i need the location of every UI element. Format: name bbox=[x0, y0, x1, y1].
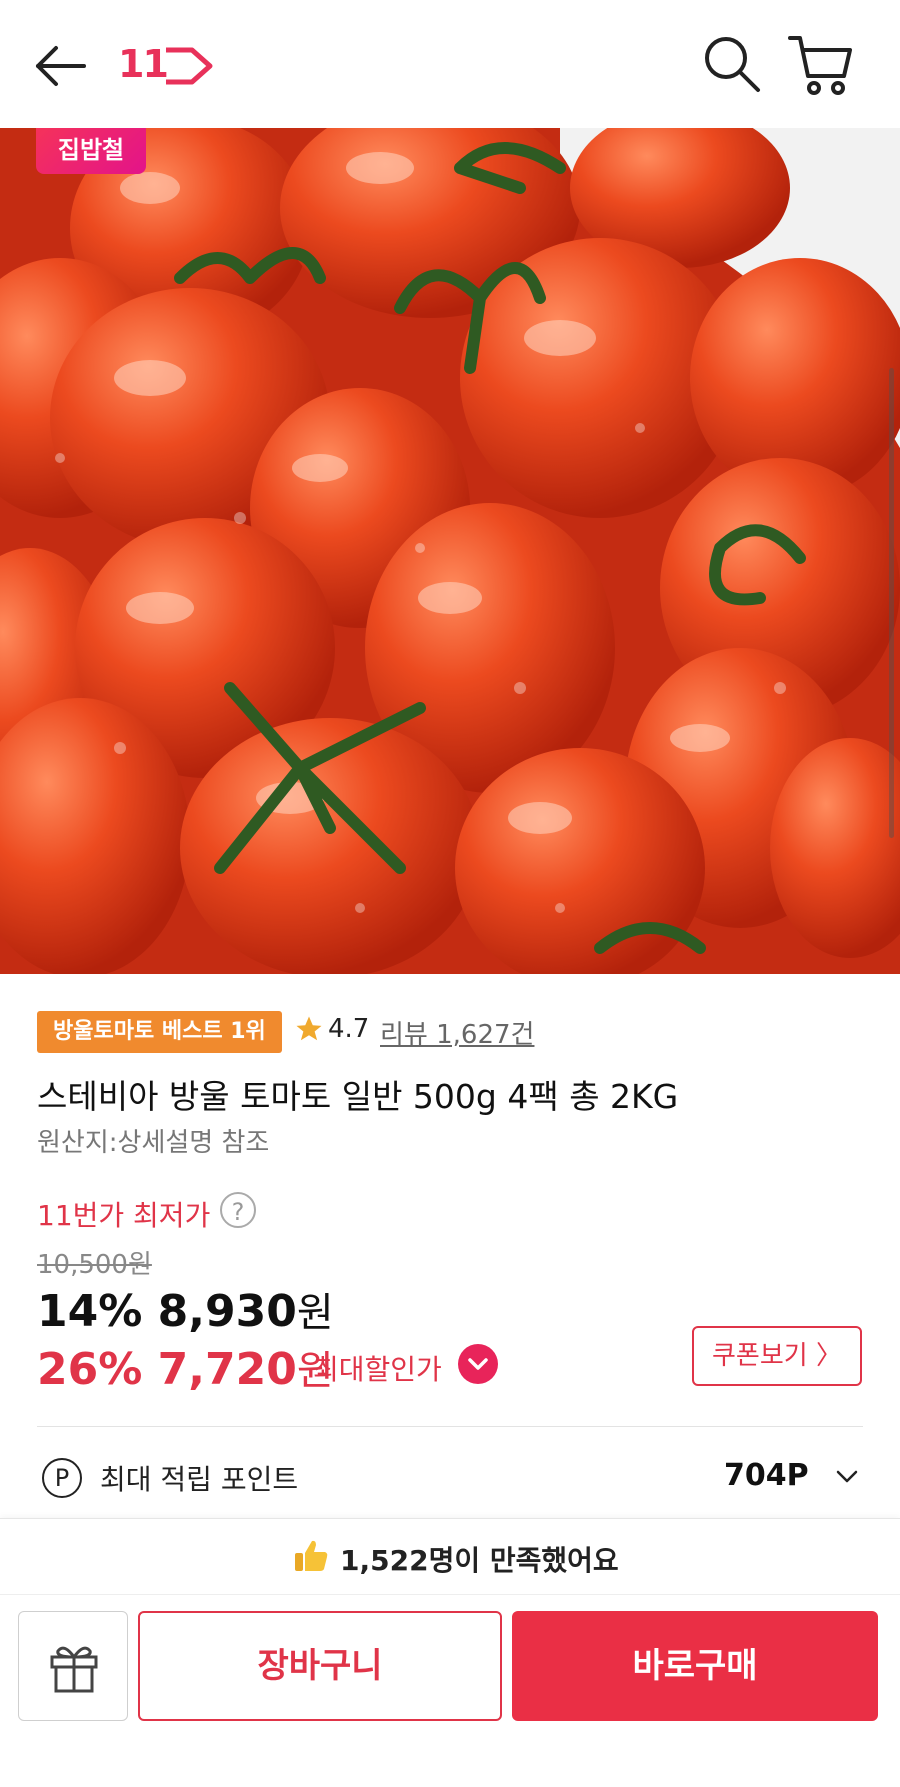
gift-button[interactable] bbox=[18, 1611, 128, 1721]
promo-badge: 집밥철 bbox=[36, 128, 146, 174]
point-icon: P bbox=[42, 1458, 82, 1498]
star-icon bbox=[296, 1016, 322, 1041]
origin-text: 원산지:상세설명 참조 bbox=[37, 1128, 270, 1158]
tomatoes-illustration bbox=[0, 128, 900, 974]
review-count-link[interactable]: 리뷰 1,627건 bbox=[380, 1014, 534, 1051]
max-discount-price: 26% 7,720원 bbox=[37, 1338, 334, 1396]
max-discount-price-number: 26% 7,720 bbox=[37, 1344, 297, 1395]
expand-discount-button[interactable] bbox=[458, 1344, 498, 1384]
coupon-view-button[interactable]: 쿠폰보기 〉 bbox=[692, 1326, 862, 1386]
product-title: 스테비아 방울 토마토 일반 500g 4팩 총 2KG bbox=[37, 1077, 679, 1116]
points-label: 최대 적립 포인트 bbox=[100, 1463, 299, 1496]
rating-value: 4.7 bbox=[328, 1014, 370, 1044]
search-icon[interactable] bbox=[700, 32, 764, 96]
satisfaction-bar: 1,522명이 만족했어요 bbox=[0, 1518, 900, 1595]
gift-icon bbox=[50, 1646, 98, 1693]
chevron-down-icon bbox=[468, 1358, 488, 1370]
divider bbox=[37, 1426, 863, 1427]
buy-now-button[interactable]: 바로구매 bbox=[512, 1611, 878, 1721]
points-value: 704P bbox=[724, 1458, 809, 1493]
logo-text: 11 bbox=[118, 42, 169, 86]
add-to-cart-button[interactable]: 장바구니 bbox=[138, 1611, 502, 1721]
scrollbar[interactable] bbox=[889, 368, 894, 838]
thumbs-up-icon bbox=[295, 1540, 328, 1571]
satisfaction-text: 1,522명이 만족했어요 bbox=[340, 1544, 619, 1577]
lowest-price-label: 11번가 최저가 bbox=[37, 1199, 211, 1232]
brand-logo[interactable]: 11 bbox=[118, 36, 214, 96]
bottom-action-bar: 장바구니 바로구매 bbox=[0, 1594, 900, 1787]
discount-price-unit: 원 bbox=[296, 1290, 334, 1336]
discount-price-number: 14% 8,930 bbox=[37, 1286, 297, 1337]
arrow-left-icon[interactable] bbox=[30, 36, 90, 96]
original-price: 10,500원 bbox=[37, 1250, 152, 1280]
product-info: 방울토마토 베스트 1위 4.7 리뷰 1,627건 스테비아 방울 토마토 일… bbox=[0, 974, 900, 1524]
help-icon[interactable]: ? bbox=[220, 1192, 256, 1228]
max-discount-label: 최대할인가 bbox=[313, 1353, 442, 1386]
top-header: 11 bbox=[0, 0, 900, 128]
logo-arrow-icon bbox=[166, 47, 213, 85]
product-image[interactable]: 집밥철 bbox=[0, 128, 900, 974]
chevron-down-icon[interactable] bbox=[834, 1464, 860, 1490]
discount-price: 14% 8,930원 bbox=[37, 1280, 334, 1338]
cart-icon[interactable] bbox=[786, 30, 856, 100]
best-seller-badge: 방울토마토 베스트 1위 bbox=[37, 1011, 282, 1053]
